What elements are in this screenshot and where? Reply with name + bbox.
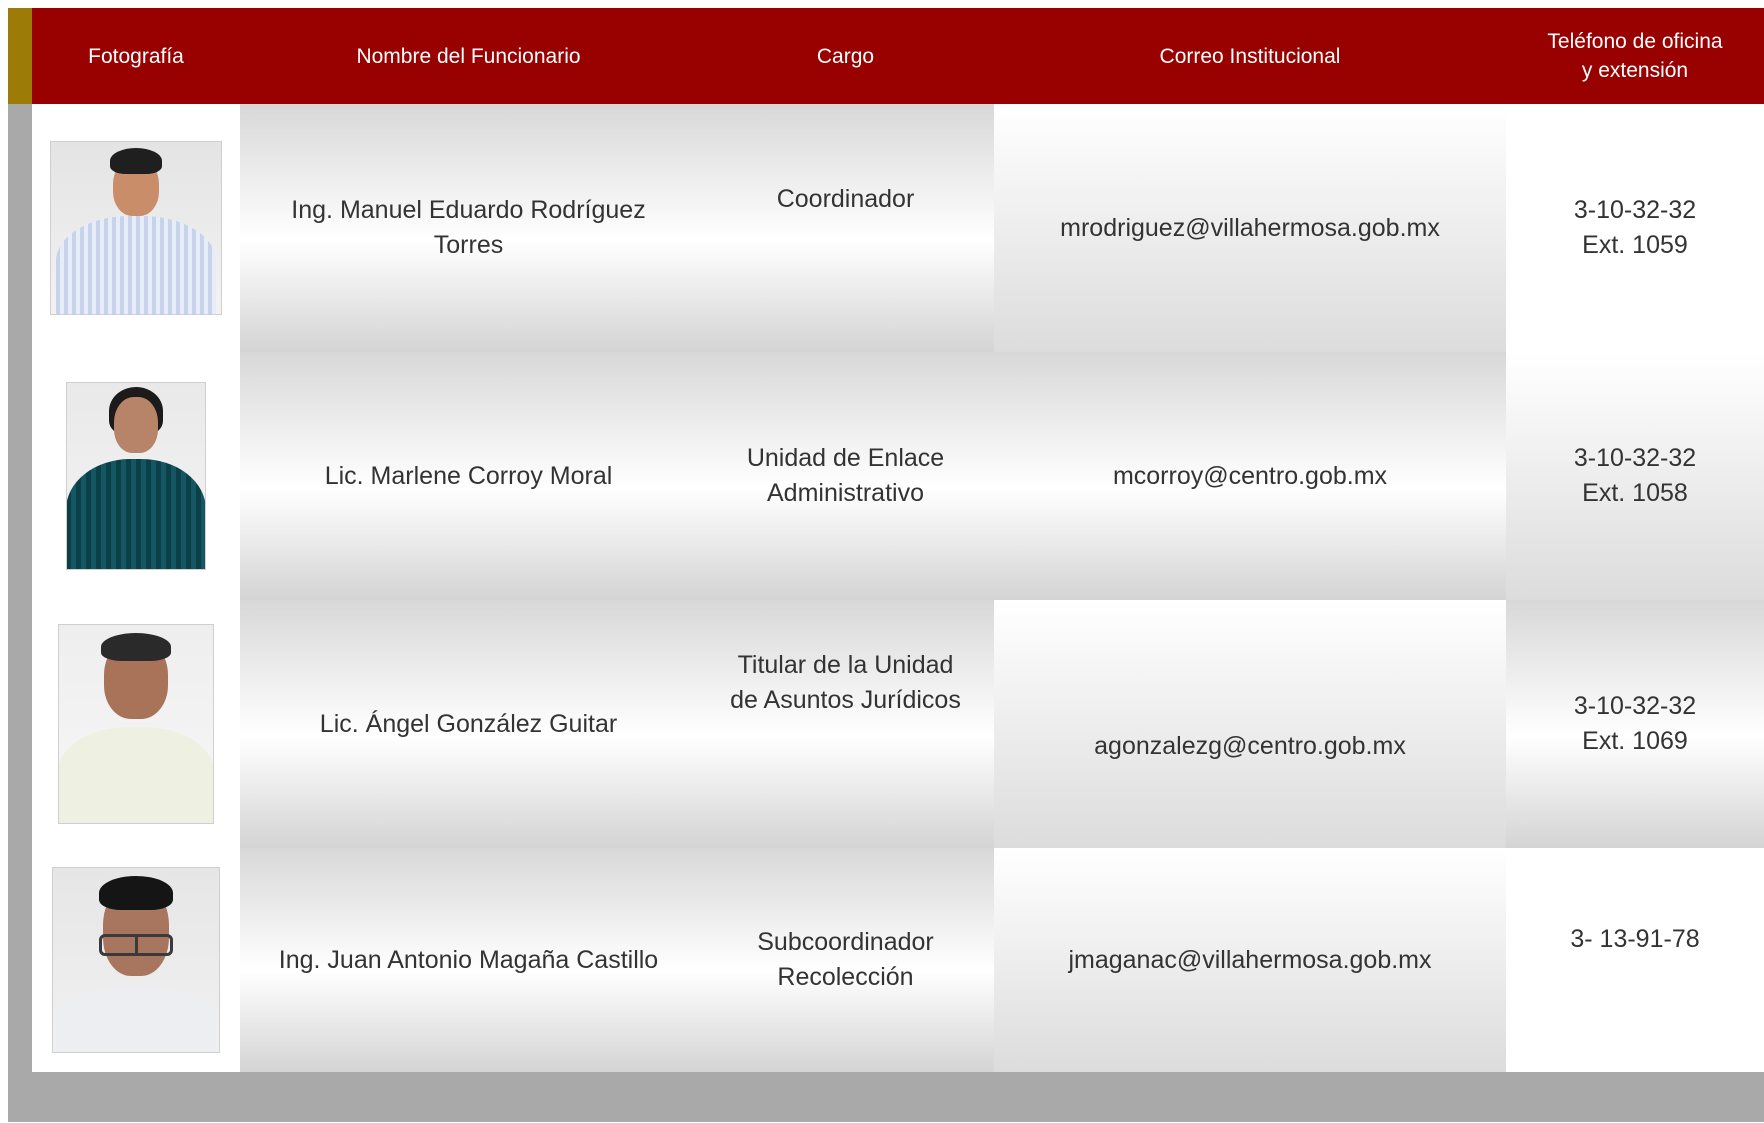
directory-table: Fotografía Nombre del Funcionario Cargo … bbox=[8, 8, 1764, 1122]
official-email: mcorroy@centro.gob.mx bbox=[994, 352, 1506, 600]
official-cargo: Coordinador bbox=[697, 104, 994, 352]
photo-cell bbox=[32, 600, 240, 848]
table-row: Lic. Marlene Corroy Moral Unidad de Enla… bbox=[32, 352, 1764, 600]
official-name: Ing. Juan Antonio Magaña Castillo bbox=[240, 848, 697, 1072]
official-phone: 3- 13-91-78 bbox=[1506, 848, 1764, 1072]
official-photo bbox=[66, 382, 206, 570]
official-name: Ing. Manuel Eduardo Rodríguez Torres bbox=[240, 104, 697, 352]
official-email: mrodriguez@villahermosa.gob.mx bbox=[994, 104, 1506, 352]
official-phone: 3-10-32-32 Ext. 1069 bbox=[1506, 600, 1764, 848]
official-name: Lic. Ángel González Guitar bbox=[240, 600, 697, 848]
official-cargo: Titular de la Unidad de Asuntos Jurídico… bbox=[697, 600, 994, 848]
table-row: Ing. Juan Antonio Magaña Castillo Subcoo… bbox=[32, 848, 1764, 1072]
photo-cell bbox=[32, 848, 240, 1072]
table-body: Ing. Manuel Eduardo Rodríguez Torres Coo… bbox=[32, 104, 1764, 1072]
official-email: agonzalezg@centro.gob.mx bbox=[994, 600, 1506, 848]
official-phone: 3-10-32-32 Ext. 1059 bbox=[1506, 104, 1764, 352]
header-phone: Teléfono de oficina y extensión bbox=[1547, 30, 1723, 82]
official-photo bbox=[50, 141, 222, 315]
official-cargo: Subcoordinador Recolección bbox=[697, 848, 994, 1072]
official-name: Lic. Marlene Corroy Moral bbox=[240, 352, 697, 600]
official-photo bbox=[58, 624, 214, 824]
official-phone: 3-10-32-32 Ext. 1058 bbox=[1506, 352, 1764, 600]
gold-accent-tab bbox=[8, 8, 32, 104]
official-photo bbox=[52, 867, 220, 1053]
table-row: Ing. Manuel Eduardo Rodríguez Torres Coo… bbox=[32, 104, 1764, 352]
header-cargo: Cargo bbox=[816, 44, 875, 68]
photo-cell bbox=[32, 352, 240, 600]
header-photo: Fotografía bbox=[88, 44, 184, 68]
header-email: Correo Institucional bbox=[1159, 44, 1341, 68]
table-header: Fotografía Nombre del Funcionario Cargo … bbox=[32, 8, 1764, 104]
official-cargo: Unidad de Enlace Administrativo bbox=[697, 352, 994, 600]
official-email: jmaganac@villahermosa.gob.mx bbox=[994, 848, 1506, 1072]
header-name: Nombre del Funcionario bbox=[356, 44, 581, 68]
glasses-icon bbox=[99, 934, 173, 956]
photo-cell bbox=[32, 104, 240, 352]
table-row: Lic. Ángel González Guitar Titular de la… bbox=[32, 600, 1764, 848]
